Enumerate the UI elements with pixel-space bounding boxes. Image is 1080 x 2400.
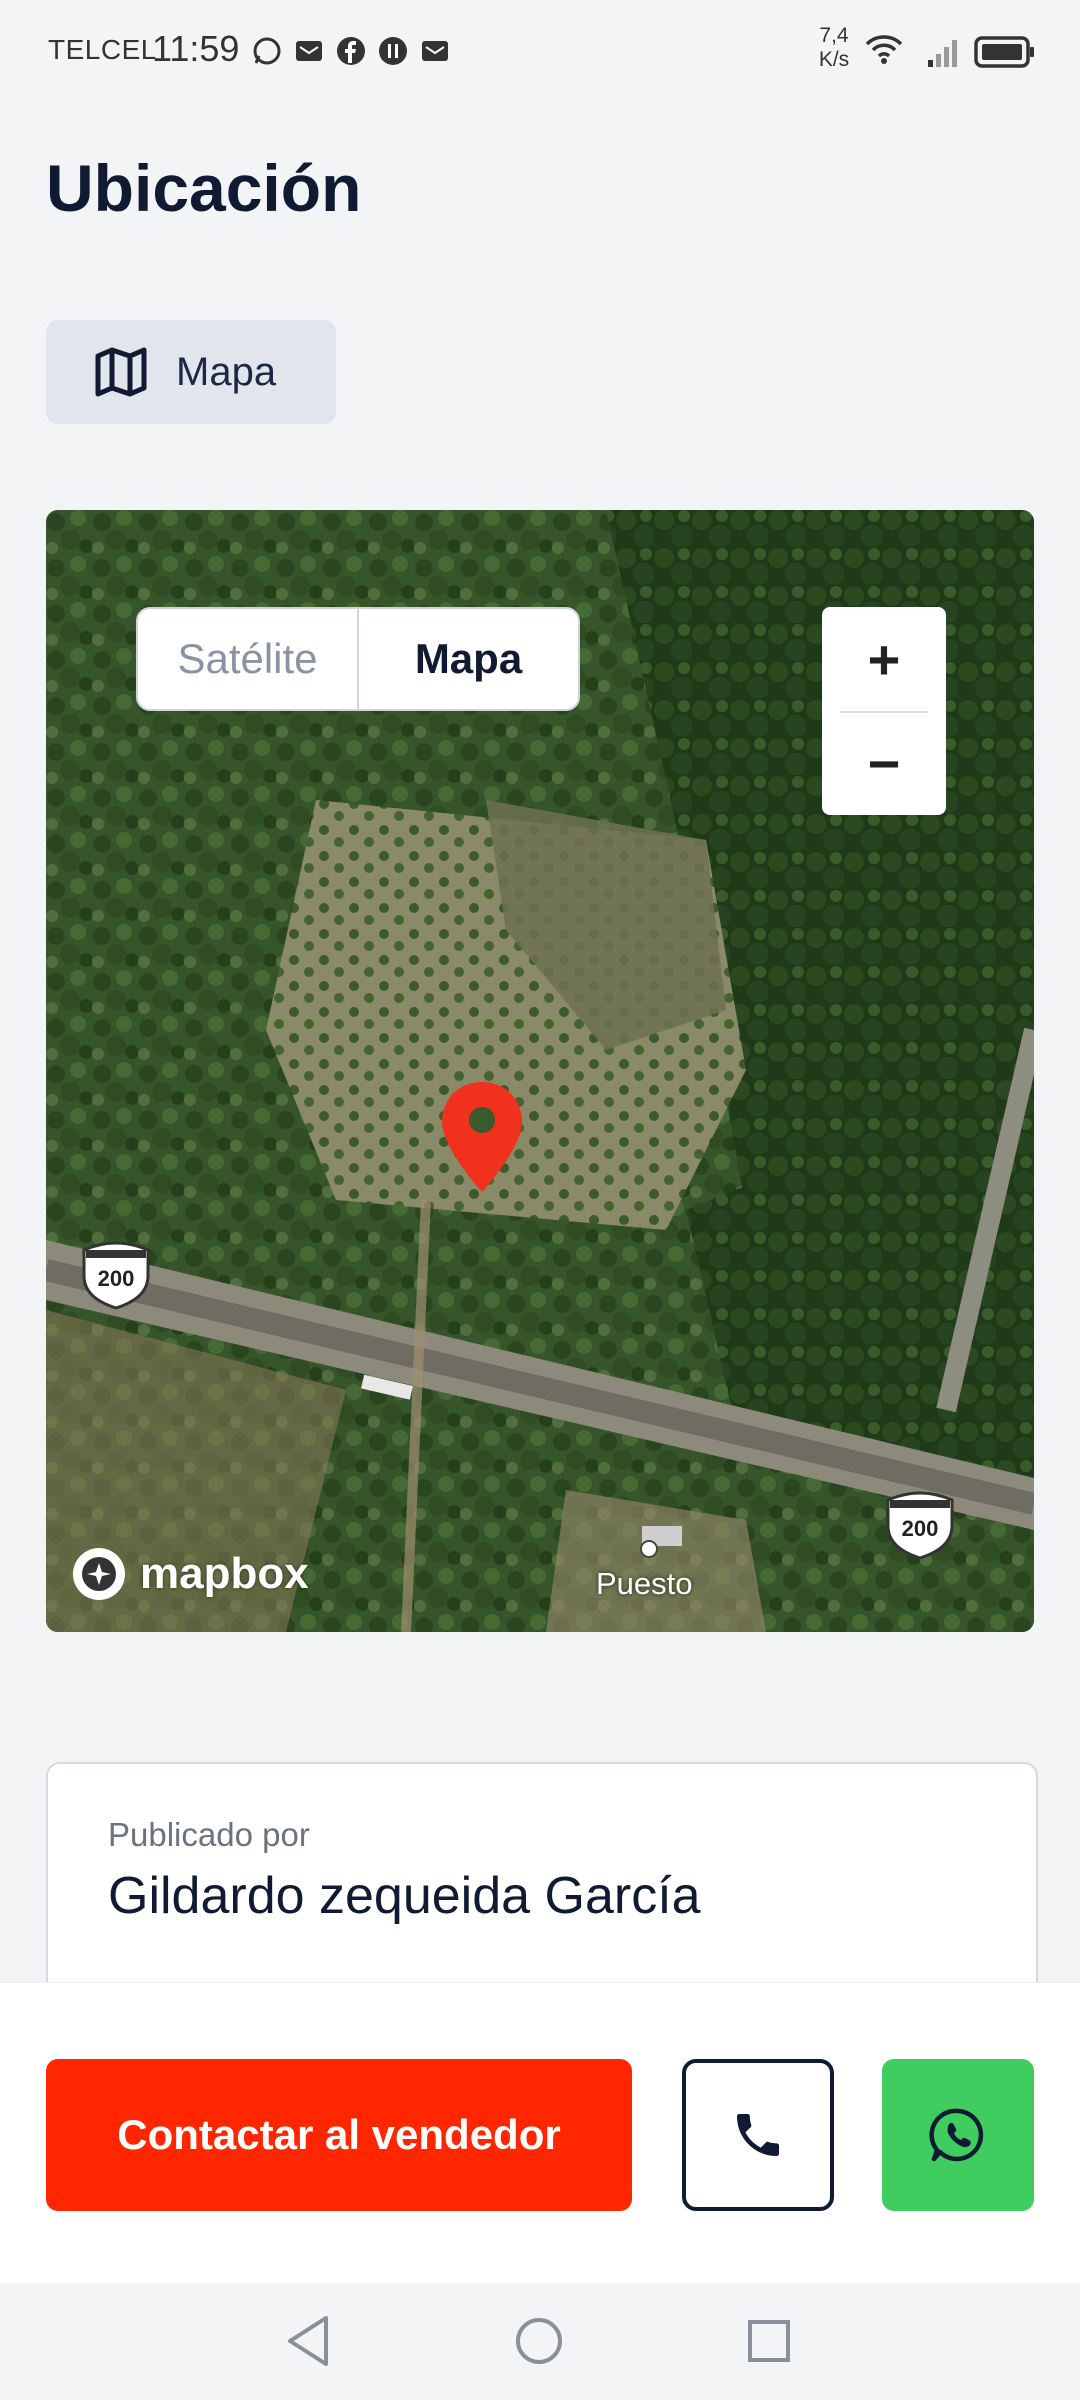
- message-icon: [422, 41, 448, 61]
- mapbox-attribution[interactable]: mapbox: [70, 1545, 309, 1603]
- map-style-button[interactable]: Mapa: [359, 609, 578, 709]
- satellite-style-button[interactable]: Satélite: [138, 609, 359, 709]
- whatsapp-icon: [929, 2108, 984, 2162]
- zoom-out-button[interactable]: −: [822, 711, 946, 815]
- mapbox-logo-icon: [73, 1548, 125, 1600]
- system-nav-bar: [0, 2284, 1080, 2400]
- battery-icon: [974, 36, 1034, 68]
- location-marker-icon[interactable]: [440, 1080, 524, 1196]
- recents-icon[interactable]: [744, 2314, 794, 2368]
- network-speed-unit: K/s: [818, 48, 850, 71]
- zoom-control: + −: [822, 607, 946, 815]
- wifi-icon: [865, 35, 903, 64]
- call-button[interactable]: [682, 2059, 834, 2211]
- highway-shield-label: 200: [902, 1516, 939, 1541]
- zoom-in-button[interactable]: +: [822, 607, 946, 711]
- highway-shield-label: 200: [98, 1266, 135, 1291]
- network-speed-value: 7,4: [819, 24, 849, 47]
- message-icon: [296, 41, 322, 61]
- poi-marker: [640, 1540, 658, 1558]
- status-bar: TELCEL 11:59 7,4 K/s: [0, 0, 1080, 100]
- highway-shield-icon: 200: [886, 1491, 954, 1560]
- contact-action-bar: Contactar al vendedor: [0, 1982, 1080, 2283]
- back-icon[interactable]: [284, 2314, 334, 2368]
- home-icon[interactable]: [512, 2314, 566, 2368]
- seller-card: Publicado por Gildardo zequeida García: [46, 1762, 1038, 1984]
- seller-name: Gildardo zequeida García: [108, 1867, 701, 1925]
- network-speed: 7,4 K/s: [812, 24, 856, 72]
- status-time: 11:59: [152, 28, 240, 69]
- published-by-label: Publicado por: [108, 1816, 310, 1853]
- map-view-tab[interactable]: Mapa: [46, 320, 336, 424]
- mapbox-wordmark: mapbox: [140, 1549, 309, 1598]
- pause-icon: [379, 37, 407, 65]
- whatsapp-button[interactable]: [882, 2059, 1034, 2211]
- map-style-toggle[interactable]: Satélite Mapa: [136, 607, 580, 711]
- phone-icon: [737, 2114, 779, 2156]
- carrier-name: TELCEL: [48, 34, 157, 65]
- map-view-tab-label: Mapa: [176, 349, 277, 394]
- zoom-divider: [840, 711, 928, 713]
- map-view[interactable]: Satélite Mapa + − 200 200 Puesto mapbox: [46, 510, 1034, 1632]
- highway-shield-icon: 200: [82, 1241, 150, 1310]
- map-icon: [95, 347, 147, 397]
- contact-seller-button[interactable]: Contactar al vendedor: [46, 2059, 632, 2211]
- poi-label: Puesto: [596, 1566, 693, 1601]
- signal-icon: [928, 40, 957, 67]
- whatsapp-icon: [253, 37, 281, 65]
- page-title: Ubicación: [46, 151, 362, 225]
- facebook-icon: [337, 37, 365, 65]
